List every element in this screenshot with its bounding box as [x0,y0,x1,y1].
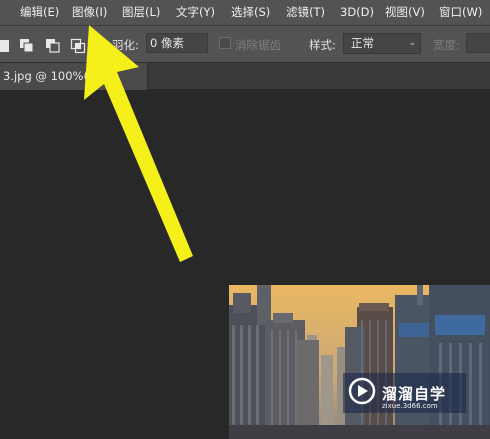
antialias-label: 消除锯齿 [235,38,281,52]
menu-window[interactable]: 窗口(W) [439,4,482,20]
add-to-selection-icon[interactable] [19,38,34,53]
width-label: 宽度: [433,38,460,52]
document-tab-bar: 3.jpg @ 100%(RG [0,63,490,90]
subtract-from-selection-icon[interactable] [45,38,60,53]
document-tab-title: 3.jpg @ 100%(RG [3,69,105,83]
menu-layer[interactable]: 图层(L) [122,4,160,20]
new-selection-icon[interactable] [0,38,10,52]
city-photo [229,285,490,439]
feather-label: 羽化: [112,38,139,52]
watermark-url: zixue.3d66.com [382,402,438,410]
menu-bar: 编辑(E) 图像(I) 图层(L) 文字(Y) 选择(S) 滤镜(T) 3D(D… [0,0,490,26]
width-input[interactable] [466,33,490,53]
menu-filter[interactable]: 滤镜(T) [286,4,325,20]
style-value: 正常 [351,36,374,50]
document-tab[interactable]: 3.jpg @ 100%(RG [0,63,148,90]
play-logo-icon [348,377,376,405]
chevron-down-icon: ⌄ [408,38,416,48]
menu-image[interactable]: 图像(I) [72,4,107,20]
style-label: 样式: [309,38,336,52]
intersect-selection-icon[interactable] [70,38,86,54]
options-bar: 羽化: 0 像素 消除锯齿 样式: 正常 ⌄ 宽度: [0,26,490,63]
watermark-name: 溜溜自学 [382,385,447,403]
menu-view[interactable]: 视图(V) [385,4,425,20]
menu-edit[interactable]: 编辑(E) [20,4,59,20]
antialias-checkbox[interactable] [219,37,231,49]
menu-type[interactable]: 文字(Y) [176,4,215,20]
menu-3d[interactable]: 3D(D) [340,4,374,20]
menu-select[interactable]: 选择(S) [231,4,270,20]
feather-input[interactable]: 0 像素 [146,33,208,53]
style-select[interactable]: 正常 ⌄ [343,33,421,54]
